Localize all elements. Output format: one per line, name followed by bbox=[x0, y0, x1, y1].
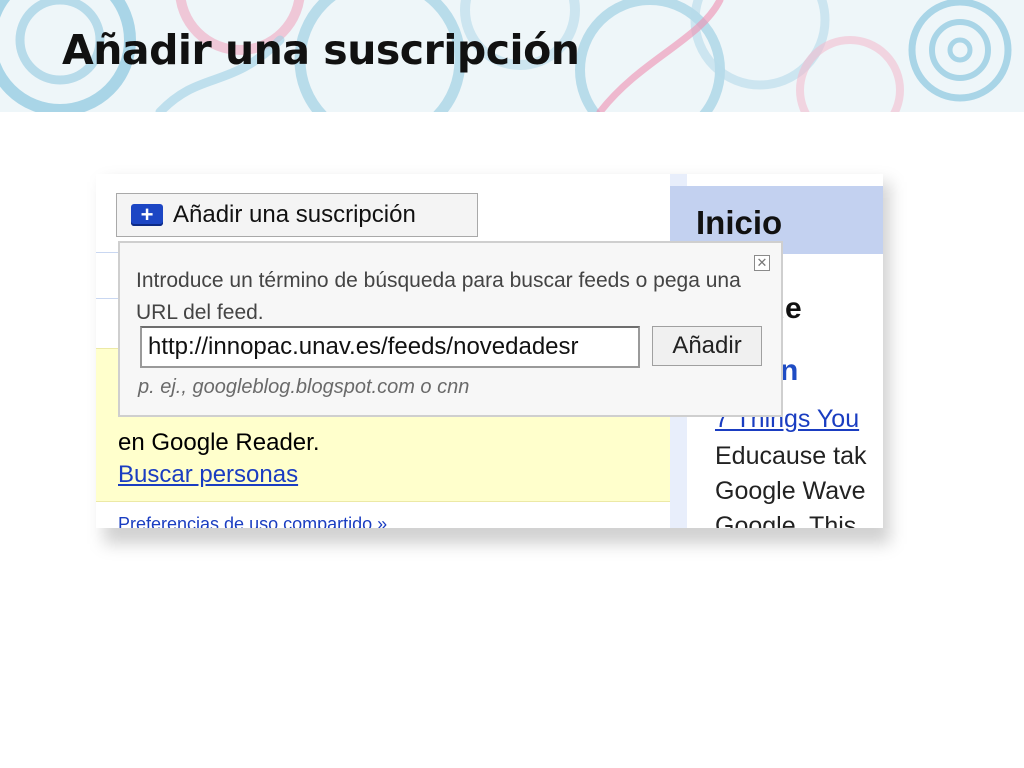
add-subscription-label: Añadir una suscripción bbox=[173, 201, 416, 228]
slide-title: Añadir una suscripción bbox=[62, 26, 580, 74]
plus-icon: + bbox=[131, 204, 163, 226]
notice-text: en Google Reader. bbox=[118, 429, 320, 456]
example-hint: p. ej., googleblog.blogspot.com o cnn bbox=[138, 376, 470, 398]
title-banner: Añadir una suscripción bbox=[0, 0, 1024, 112]
feed-item-text: Google Wave bbox=[715, 477, 866, 505]
buscar-personas-link[interactable]: Buscar personas bbox=[118, 461, 298, 489]
feed-item-text: Google. This bbox=[715, 512, 857, 528]
reader-screenshot: en Google Reader. Buscar personas Prefer… bbox=[96, 174, 883, 528]
close-icon[interactable]: ✕ bbox=[754, 255, 770, 271]
add-feed-button[interactable]: Añadir bbox=[652, 326, 762, 366]
add-subscription-popup: ✕ Introduce un término de búsqueda para … bbox=[118, 241, 783, 417]
feed-url-input[interactable] bbox=[140, 326, 640, 368]
feed-item-text: Educause tak bbox=[715, 442, 867, 470]
add-subscription-button[interactable]: + Añadir una suscripción bbox=[116, 193, 478, 237]
popup-instructions: Introduce un término de búsqueda para bu… bbox=[136, 269, 741, 324]
sharing-preferences-link[interactable]: Preferencias de uso compartido » bbox=[118, 514, 387, 528]
home-title: Inicio bbox=[696, 204, 783, 241]
